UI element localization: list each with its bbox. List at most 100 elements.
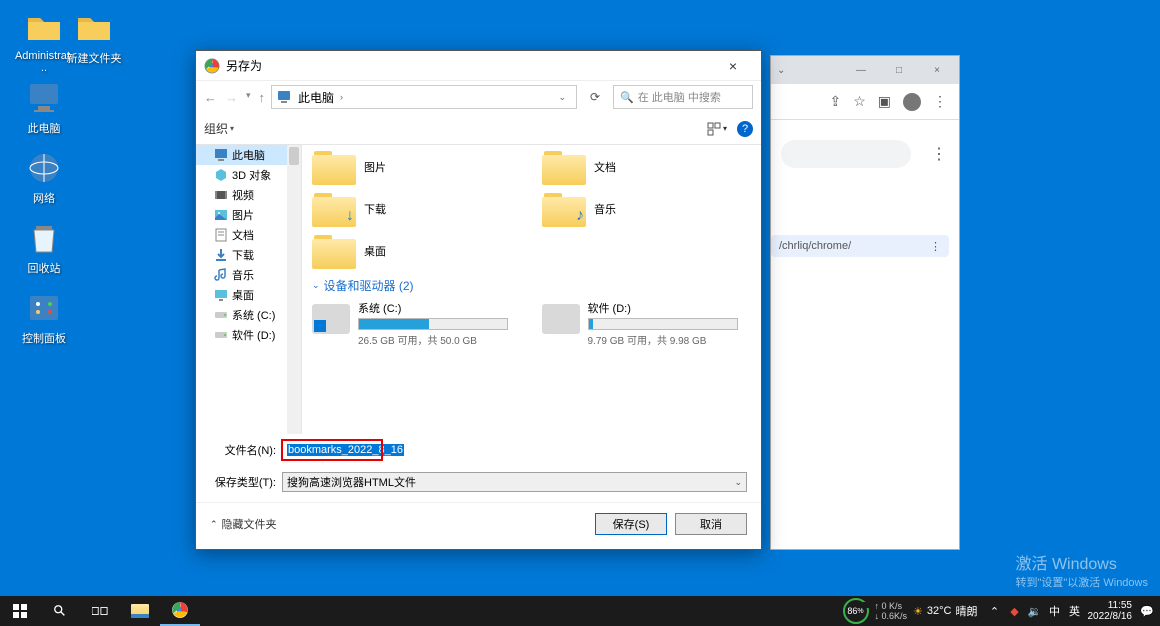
save-button[interactable]: 保存(S): [595, 513, 667, 535]
minimize-button[interactable]: —: [845, 60, 877, 80]
filename-value: bookmarks_2022_8_16: [287, 444, 404, 456]
sidebar-scrollbar[interactable]: [287, 145, 301, 434]
sidebar-item[interactable]: 3D 对象: [196, 165, 301, 185]
desktop-icon: [214, 288, 228, 302]
path-segment[interactable]: 此电脑: [298, 89, 334, 106]
sidebar-item[interactable]: 视频: [196, 185, 301, 205]
extensions-icon[interactable]: ▣: [878, 93, 891, 110]
view-button[interactable]: ▾: [707, 122, 727, 136]
folder-item[interactable]: ♪音乐: [542, 191, 742, 227]
perf-value: 86: [847, 606, 857, 616]
nav-back-icon[interactable]: ←: [204, 90, 217, 105]
chevron-right-icon[interactable]: ›: [340, 92, 343, 102]
dialog-close-button[interactable]: ×: [713, 58, 753, 74]
collapse-icon[interactable]: ⌄: [312, 280, 320, 291]
profile-icon[interactable]: [903, 93, 921, 111]
nav-forward-icon[interactable]: →: [225, 90, 238, 105]
close-button[interactable]: ×: [921, 60, 953, 80]
sidebar-item[interactable]: 音乐: [196, 265, 301, 285]
sidebar-item[interactable]: 此电脑: [196, 145, 301, 165]
content-pane: 图片文档 ↓下载 ♪音乐 桌面 ⌄ 设备和驱动器 (2) 系统 (C:)26.5 …: [302, 145, 761, 434]
chrome-search-pill[interactable]: [781, 140, 911, 168]
perf-meter[interactable]: 86%: [843, 598, 869, 624]
sidebar-item-label: 视频: [232, 187, 254, 203]
sun-icon: ☀: [913, 605, 923, 618]
chrome-icon: [204, 58, 220, 74]
desktop-icon-control[interactable]: 控制面板: [14, 288, 74, 346]
filename-label: 文件名(N):: [210, 442, 276, 458]
search-placeholder: 在 此电脑 中搜索: [638, 89, 721, 105]
organize-menu[interactable]: 组织: [204, 120, 228, 137]
clock[interactable]: 11:55 2022/8/16: [1088, 600, 1135, 622]
desktop-icon-label: 控制面板: [14, 330, 74, 346]
desktop-icon-recycle[interactable]: 回收站: [14, 218, 74, 276]
refresh-icon[interactable]: ⟳: [583, 90, 607, 104]
folder-item[interactable]: 图片: [312, 149, 512, 185]
chrome-titlebar: ⌄ — □ ×: [771, 56, 959, 84]
video-icon: [214, 188, 228, 202]
drive-item[interactable]: 软件 (D:)9.79 GB 可用，共 9.98 GB: [542, 300, 752, 347]
maximize-button[interactable]: □: [883, 60, 915, 80]
desktop-icon-label: 此电脑: [14, 120, 74, 136]
sidebar-item[interactable]: 软件 (D:): [196, 325, 301, 345]
search-icon: 🔍: [620, 91, 634, 104]
sidebar-item[interactable]: 文档: [196, 225, 301, 245]
folder-item[interactable]: 文档: [542, 149, 742, 185]
desktop-icon-label: 新建文件夹: [64, 50, 124, 66]
explorer-button[interactable]: [120, 596, 160, 626]
desktop-icon-label: 网络: [14, 190, 74, 206]
cancel-button[interactable]: 取消: [675, 513, 747, 535]
desktop-icon-folder[interactable]: 新建文件夹: [64, 8, 124, 66]
sidebar-item[interactable]: 下载: [196, 245, 301, 265]
sidebar-item-label: 下载: [232, 247, 254, 263]
sidebar: 此电脑 3D 对象视频图片文档下载音乐桌面系统 (C:)软件 (D:): [196, 145, 302, 434]
sidebar-item[interactable]: 图片: [196, 205, 301, 225]
task-view-button[interactable]: [80, 596, 120, 626]
star-icon[interactable]: ☆: [853, 93, 866, 110]
start-button[interactable]: [0, 596, 40, 626]
more-icon[interactable]: ⋮: [931, 144, 947, 164]
dialog-titlebar: 另存为 ×: [196, 51, 761, 81]
path-dropdown-icon[interactable]: ⌄: [558, 92, 566, 103]
tray-chevron-icon[interactable]: ⌃: [988, 604, 1002, 618]
dialog-title: 另存为: [226, 57, 713, 74]
more-icon[interactable]: ⋮: [930, 240, 941, 253]
menu-dots-icon[interactable]: ⋮: [933, 93, 947, 110]
chrome-url-row[interactable]: /chrliq/chrome/ ⋮: [771, 235, 949, 257]
folder-item[interactable]: ↓下载: [312, 191, 512, 227]
drive-item[interactable]: 系统 (C:)26.5 GB 可用，共 50.0 GB: [312, 300, 522, 347]
chrome-tab-dropdown-icon[interactable]: ⌄: [777, 65, 785, 76]
weather-widget[interactable]: ☀ 32°C 晴朗: [913, 603, 977, 619]
sidebar-item[interactable]: 桌面: [196, 285, 301, 305]
search-button[interactable]: [40, 596, 80, 626]
nav-up-arrow-icon[interactable]: ↑: [259, 90, 266, 105]
volume-icon[interactable]: 🔉: [1028, 604, 1042, 618]
organize-dropdown-icon[interactable]: ▾: [230, 124, 234, 133]
help-icon[interactable]: ?: [737, 121, 753, 137]
ime-lang2[interactable]: 英: [1068, 604, 1082, 618]
net-speed[interactable]: ↑ 0 K/s ↓ 0.6K/s: [875, 601, 908, 621]
dropdown-icon[interactable]: ⌄: [734, 477, 742, 488]
share-icon[interactable]: ⇪: [829, 93, 841, 110]
chrome-taskbar-button[interactable]: [160, 596, 200, 626]
notifications-icon[interactable]: 💬: [1140, 604, 1154, 618]
desktop-icon-network[interactable]: 网络: [14, 148, 74, 206]
address-bar[interactable]: 此电脑 › ⌄: [271, 85, 577, 109]
filename-input[interactable]: bookmarks_2022_8_16: [282, 440, 382, 460]
sidebar-item[interactable]: 系统 (C:): [196, 305, 301, 325]
sidebar-item-label: 此电脑: [232, 147, 265, 163]
3d-icon: [214, 168, 228, 182]
folder-item[interactable]: 桌面: [312, 233, 512, 269]
nav-up-icon[interactable]: ▾: [246, 90, 251, 105]
tray-app-icon[interactable]: ◆: [1008, 604, 1022, 618]
filetype-select[interactable]: 搜狗高速浏览器HTML文件 ⌄: [282, 472, 747, 492]
toolbar-row: 组织 ▾ ▾ ?: [196, 113, 761, 145]
hide-folders-toggle[interactable]: ⌃ 隐藏文件夹: [210, 516, 277, 532]
ime-lang1[interactable]: 中: [1048, 604, 1062, 618]
drive-icon: [542, 304, 580, 334]
search-input[interactable]: 🔍 在 此电脑 中搜索: [613, 85, 753, 109]
desktop-icon-pc[interactable]: 此电脑: [14, 78, 74, 136]
pc-icon: [24, 78, 64, 118]
chrome-body: ⋮ /chrliq/chrome/ ⋮: [771, 120, 959, 549]
devices-header[interactable]: ⌄ 设备和驱动器 (2): [312, 277, 751, 294]
